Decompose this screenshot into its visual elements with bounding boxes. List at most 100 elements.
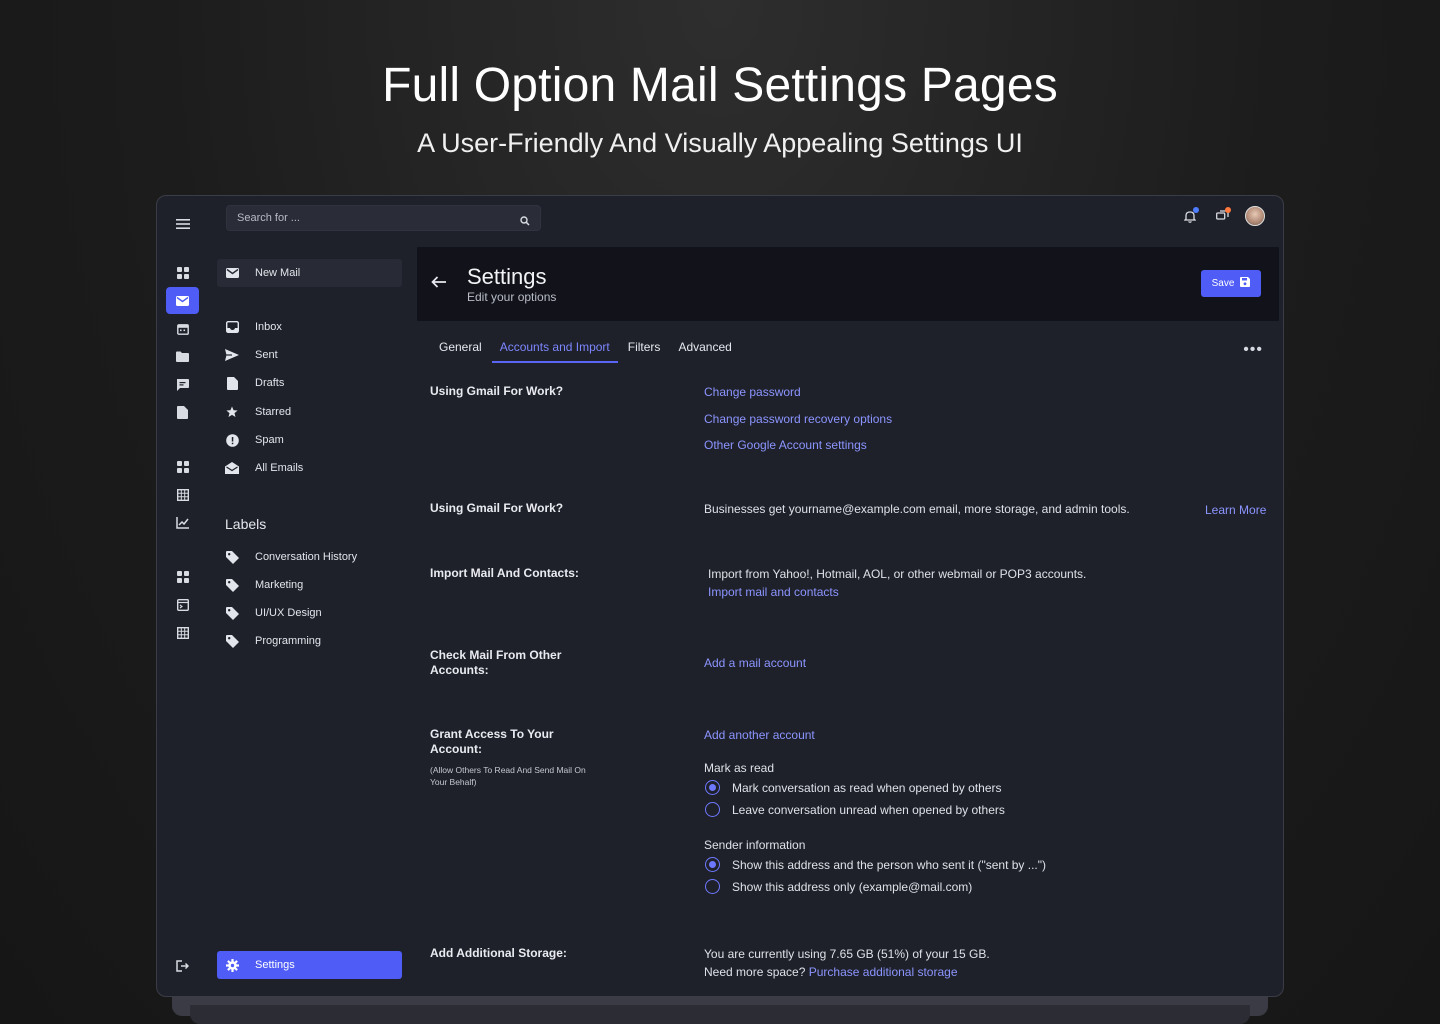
top-actions xyxy=(1181,206,1265,226)
tab-accounts-and-import[interactable]: Accounts and Import xyxy=(491,336,618,363)
hero-title: Full Option Mail Settings Pages xyxy=(382,59,1058,112)
label-item-text: UI/UX Design xyxy=(255,607,322,619)
all-mail-icon xyxy=(225,461,239,475)
business-text: Businesses get yourname@example.com emai… xyxy=(704,502,1130,516)
radio-option[interactable]: Leave conversation unread when opened by… xyxy=(705,802,1005,817)
page-title: Settings xyxy=(467,264,547,289)
sidebar-item-drafts[interactable]: Drafts xyxy=(217,369,402,397)
settings-label: Settings xyxy=(255,959,295,971)
recovery-options-link[interactable]: Change password recovery options xyxy=(704,412,892,426)
hero-subtitle: A User-Friendly And Visually Appealing S… xyxy=(417,128,1023,158)
section-label: Import Mail And Contacts: xyxy=(430,566,579,580)
change-password-link[interactable]: Change password xyxy=(704,385,801,399)
save-button[interactable]: Save xyxy=(1201,270,1261,297)
tab-advanced[interactable]: Advanced xyxy=(670,336,739,363)
calendar-icon[interactable] xyxy=(166,315,199,342)
gear-icon xyxy=(225,958,239,972)
settings-tabs: General Accounts and Import Filters Adva… xyxy=(431,336,742,363)
apps-icon[interactable] xyxy=(166,563,199,590)
purchase-storage-link[interactable]: Purchase additional storage xyxy=(809,965,958,979)
radio-selected-icon[interactable] xyxy=(705,857,720,872)
section-label: Check Mail From Other Accounts: xyxy=(430,648,562,677)
icon-rail xyxy=(157,196,209,996)
folder-icon[interactable] xyxy=(166,343,199,370)
notification-dot xyxy=(1193,207,1199,213)
radio-option[interactable]: Mark conversation as read when opened by… xyxy=(705,780,1002,795)
section-label: Grant Access To Your Account: xyxy=(430,727,554,756)
radio-option[interactable]: Show this address and the person who sen… xyxy=(705,857,1046,872)
sidebar-item-label: Inbox xyxy=(255,321,282,333)
sidebar-item-label: Drafts xyxy=(255,377,285,389)
send-icon xyxy=(225,348,239,362)
inbox-icon xyxy=(225,320,239,334)
search-icon[interactable] xyxy=(520,213,530,231)
analytics-icon[interactable] xyxy=(166,509,199,536)
sidebar-item-label: Starred xyxy=(255,406,292,418)
sidebar-item-starred[interactable]: Starred xyxy=(217,398,402,426)
floppy-icon xyxy=(1240,277,1251,290)
back-arrow-icon[interactable] xyxy=(431,275,446,293)
sidebar-item-sent[interactable]: Sent xyxy=(217,341,402,369)
bell-icon[interactable] xyxy=(1181,207,1199,225)
storage-line: Need more space? Purchase additional sto… xyxy=(704,965,958,979)
tag-icon xyxy=(225,578,239,592)
label-item-text: Programming xyxy=(255,635,322,647)
new-mail-button[interactable]: New Mail xyxy=(217,259,402,287)
tag-icon xyxy=(225,606,239,620)
section-label: Using Gmail For Work? xyxy=(430,501,564,515)
label-item[interactable]: Programming xyxy=(217,627,402,655)
sidebar-item-settings[interactable]: Settings xyxy=(217,951,402,979)
document-icon[interactable] xyxy=(166,399,199,426)
menu-icon[interactable] xyxy=(166,210,199,237)
new-mail-label: New Mail xyxy=(255,267,301,279)
spam-icon xyxy=(225,433,239,447)
sidebar-item-label: Spam xyxy=(255,434,284,446)
radio-label: Mark conversation as read when opened by… xyxy=(732,780,1002,795)
import-text: Import from Yahoo!, Hotmail, AOL, or oth… xyxy=(708,567,1087,581)
tab-filters[interactable]: Filters xyxy=(620,336,669,363)
logout-icon[interactable] xyxy=(166,952,199,979)
frame-shadow-layer-2 xyxy=(190,1005,1250,1024)
terminal-icon[interactable] xyxy=(166,591,199,618)
label-item[interactable]: Marketing xyxy=(217,571,402,599)
import-mail-link[interactable]: Import mail and contacts xyxy=(708,585,839,599)
dashboard-icon[interactable] xyxy=(166,259,199,286)
sidebar-item-label: Sent xyxy=(255,349,278,361)
chat-icon[interactable] xyxy=(1213,207,1231,225)
sidebar: New Mail Inbox Sent Drafts Starred Spam … xyxy=(217,196,403,996)
google-account-settings-link[interactable]: Other Google Account settings xyxy=(704,438,867,452)
widgets-icon[interactable] xyxy=(166,453,199,480)
radio-empty-icon[interactable] xyxy=(705,802,720,817)
more-options-icon[interactable]: ••• xyxy=(1243,341,1263,359)
mark-as-read-heading: Mark as read xyxy=(704,761,775,775)
app-window: New Mail Inbox Sent Drafts Starred xyxy=(156,195,1284,997)
label-item[interactable]: Conversation History xyxy=(217,543,402,571)
radio-label: Leave conversation unread when opened by… xyxy=(732,802,1005,817)
storage-usage-text: You are currently using 7.65 GB (51%) of… xyxy=(704,947,990,961)
avatar[interactable] xyxy=(1245,206,1265,226)
sidebar-item-spam[interactable]: Spam xyxy=(217,426,402,454)
labels-heading: Labels xyxy=(225,516,267,532)
radio-label: Show this address and the person who sen… xyxy=(732,857,1047,872)
radio-label: Show this address only (example@mail.com… xyxy=(732,879,973,894)
label-item-text: Marketing xyxy=(255,579,304,591)
radio-option[interactable]: Show this address only (example@mail.com… xyxy=(705,879,972,894)
table-icon[interactable] xyxy=(166,481,199,508)
draft-icon xyxy=(225,376,239,390)
sidebar-item-all-emails[interactable]: All Emails xyxy=(217,454,402,482)
tab-general[interactable]: General xyxy=(431,336,490,363)
section-note: (Allow Others To Read And Send Mail On Y… xyxy=(430,765,586,787)
add-another-account-link[interactable]: Add another account xyxy=(704,728,815,742)
settings-header: Settings Edit your options Save xyxy=(417,247,1279,321)
chat-icon[interactable] xyxy=(166,371,199,398)
radio-empty-icon[interactable] xyxy=(705,879,720,894)
mail-icon[interactable] xyxy=(166,287,199,314)
add-mail-account-link[interactable]: Add a mail account xyxy=(704,656,806,670)
tag-icon xyxy=(225,550,239,564)
radio-selected-icon[interactable] xyxy=(705,780,720,795)
sidebar-item-label: All Emails xyxy=(255,462,304,474)
grid-table-icon[interactable] xyxy=(166,619,199,646)
learn-more-link[interactable]: Learn More xyxy=(1205,503,1266,517)
label-item[interactable]: UI/UX Design xyxy=(217,599,402,627)
sidebar-item-inbox[interactable]: Inbox xyxy=(217,313,402,341)
